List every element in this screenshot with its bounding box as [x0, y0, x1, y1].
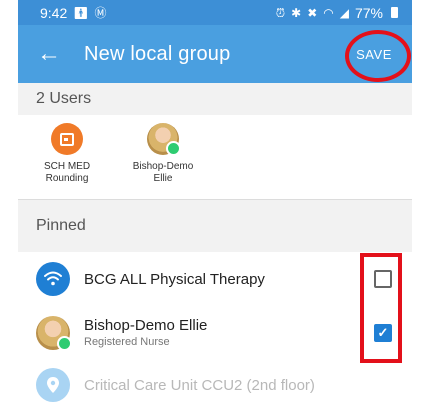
user-chip-name-line2: Rounding [45, 173, 89, 184]
alarm-icon: ⏰︎ [275, 5, 286, 20]
list-item-critical-care-ccu2[interactable]: Critical Care Unit CCU2 (2nd floor) [18, 360, 412, 412]
bluetooth-icon: ✱ [291, 5, 302, 20]
wifi-icon [44, 271, 62, 286]
battery-level: 77% [354, 4, 383, 21]
phone-screen: 9:42 🚹︎ Ⓜ︎ ⏰︎ ✱ ✖ ◠ ◢ 77% ← New local gr… [18, 0, 412, 412]
avatar [36, 316, 72, 351]
battery-icon [391, 7, 398, 18]
list-item-title: Bishop-Demo Ellie [84, 317, 208, 334]
avatar [147, 123, 181, 156]
list-item-title: Critical Care Unit CCU2 (2nd floor) [84, 377, 315, 394]
user-chip-name-line1: SCH MED [43, 161, 91, 172]
list-item-bcg-physical-therapy[interactable]: BCG ALL Physical Therapy [18, 252, 412, 306]
person-icon: 🚹︎ [73, 5, 89, 20]
status-right: ⏰︎ ✱ ✖ ◠ ◢ 77% [276, 5, 398, 21]
mute-icon: ✖ [307, 5, 318, 20]
at-icon: Ⓜ︎ [94, 5, 107, 20]
user-chip-name-line1: Bishop-Demo [132, 161, 194, 172]
group-avatar [36, 262, 70, 296]
user-chip-sch-med[interactable]: SCH MED Rounding [32, 123, 102, 185]
app-bar: ← New local group SAVE [18, 25, 412, 83]
status-bar: 9:42 🚹︎ Ⓜ︎ ⏰︎ ✱ ✖ ◠ ◢ 77% [18, 0, 412, 25]
list-item-subtitle: Registered Nurse [84, 336, 170, 348]
location-pin-icon [47, 377, 59, 393]
online-status-dot [57, 336, 72, 351]
page-title: New local group [84, 42, 231, 65]
select-checkbox[interactable] [374, 270, 392, 288]
status-left: 9:42 🚹︎ Ⓜ︎ [40, 5, 107, 21]
wifi-icon: ◠ [323, 5, 334, 20]
user-chip-bishop-demo[interactable]: Bishop-Demo Ellie [128, 123, 198, 185]
status-time: 9:42 [40, 4, 68, 21]
user-chip-name-line2: Ellie [153, 173, 173, 184]
location-avatar [36, 368, 70, 402]
calendar-avatar [51, 123, 83, 155]
back-arrow-icon[interactable]: ← [24, 42, 74, 66]
save-button[interactable]: SAVE [346, 25, 402, 83]
list-item-title: BCG ALL Physical Therapy [84, 271, 265, 288]
signal-icon: ◢ [339, 5, 349, 20]
calendar-icon [60, 132, 74, 146]
selected-users-row: SCH MED Rounding Bishop-Demo Ellie [18, 115, 412, 199]
checkmark-icon: ✓ [377, 325, 389, 340]
online-status-dot [166, 141, 181, 156]
users-count-header: 2 Users [18, 83, 412, 115]
select-checkbox-checked[interactable]: ✓ [374, 324, 392, 342]
list-item-bishop-demo-ellie[interactable]: Bishop-Demo Ellie Registered Nurse ✓ [18, 306, 412, 360]
pinned-header: Pinned [18, 200, 412, 252]
